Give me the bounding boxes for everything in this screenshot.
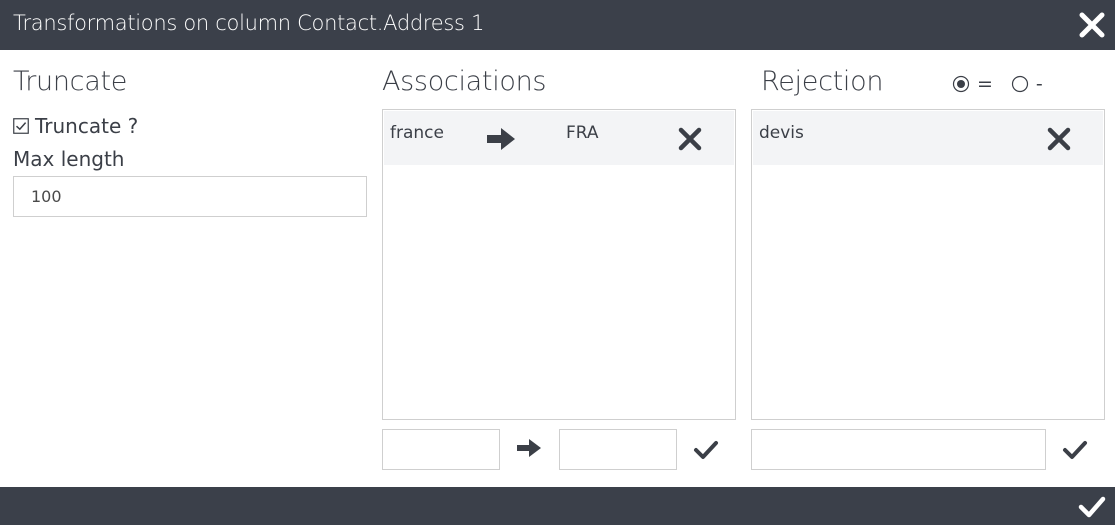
- association-from: france: [390, 123, 444, 143]
- dialog-title: Transformations on column Contact.Addres…: [13, 11, 485, 35]
- association-to: FRA: [566, 123, 599, 143]
- truncate-checkbox-label: Truncate ?: [35, 114, 139, 138]
- association-row[interactable]: france FRA: [384, 111, 734, 165]
- rejection-mode-label-equals: =: [977, 73, 993, 95]
- truncate-checkbox[interactable]: [13, 118, 29, 134]
- rejection-mode-radio-minus[interactable]: [1011, 75, 1029, 93]
- close-icon[interactable]: [1077, 10, 1107, 40]
- check-icon[interactable]: [1078, 496, 1106, 518]
- footer-bar: [0, 487, 1115, 525]
- rejection-mode-radio-equals[interactable]: [952, 75, 970, 93]
- truncate-checkbox-row[interactable]: Truncate ?: [13, 114, 138, 138]
- rejection-heading: Rejection: [761, 66, 884, 97]
- close-icon[interactable]: [677, 126, 703, 152]
- check-icon[interactable]: [1062, 440, 1088, 460]
- rejection-mode-group: = -: [952, 73, 1061, 95]
- max-length-label: Max length: [13, 147, 125, 171]
- truncate-heading: Truncate: [13, 66, 128, 97]
- rejection-mode-label-minus: -: [1035, 73, 1043, 95]
- arrow-right-icon: [487, 128, 515, 150]
- rejection-list[interactable]: devis: [751, 109, 1105, 420]
- associations-list[interactable]: france FRA: [382, 109, 736, 420]
- max-length-input[interactable]: [13, 176, 367, 217]
- new-association-to-input[interactable]: [559, 429, 677, 470]
- rejection-value: devis: [759, 123, 804, 143]
- close-icon[interactable]: [1046, 126, 1072, 152]
- new-association-from-input[interactable]: [382, 429, 500, 470]
- rejection-row[interactable]: devis: [753, 111, 1103, 165]
- new-rejection-input[interactable]: [751, 429, 1046, 470]
- associations-heading: Associations: [382, 66, 547, 97]
- title-bar: Transformations on column Contact.Addres…: [0, 0, 1115, 50]
- arrow-right-icon: [517, 439, 541, 457]
- check-icon[interactable]: [693, 440, 719, 460]
